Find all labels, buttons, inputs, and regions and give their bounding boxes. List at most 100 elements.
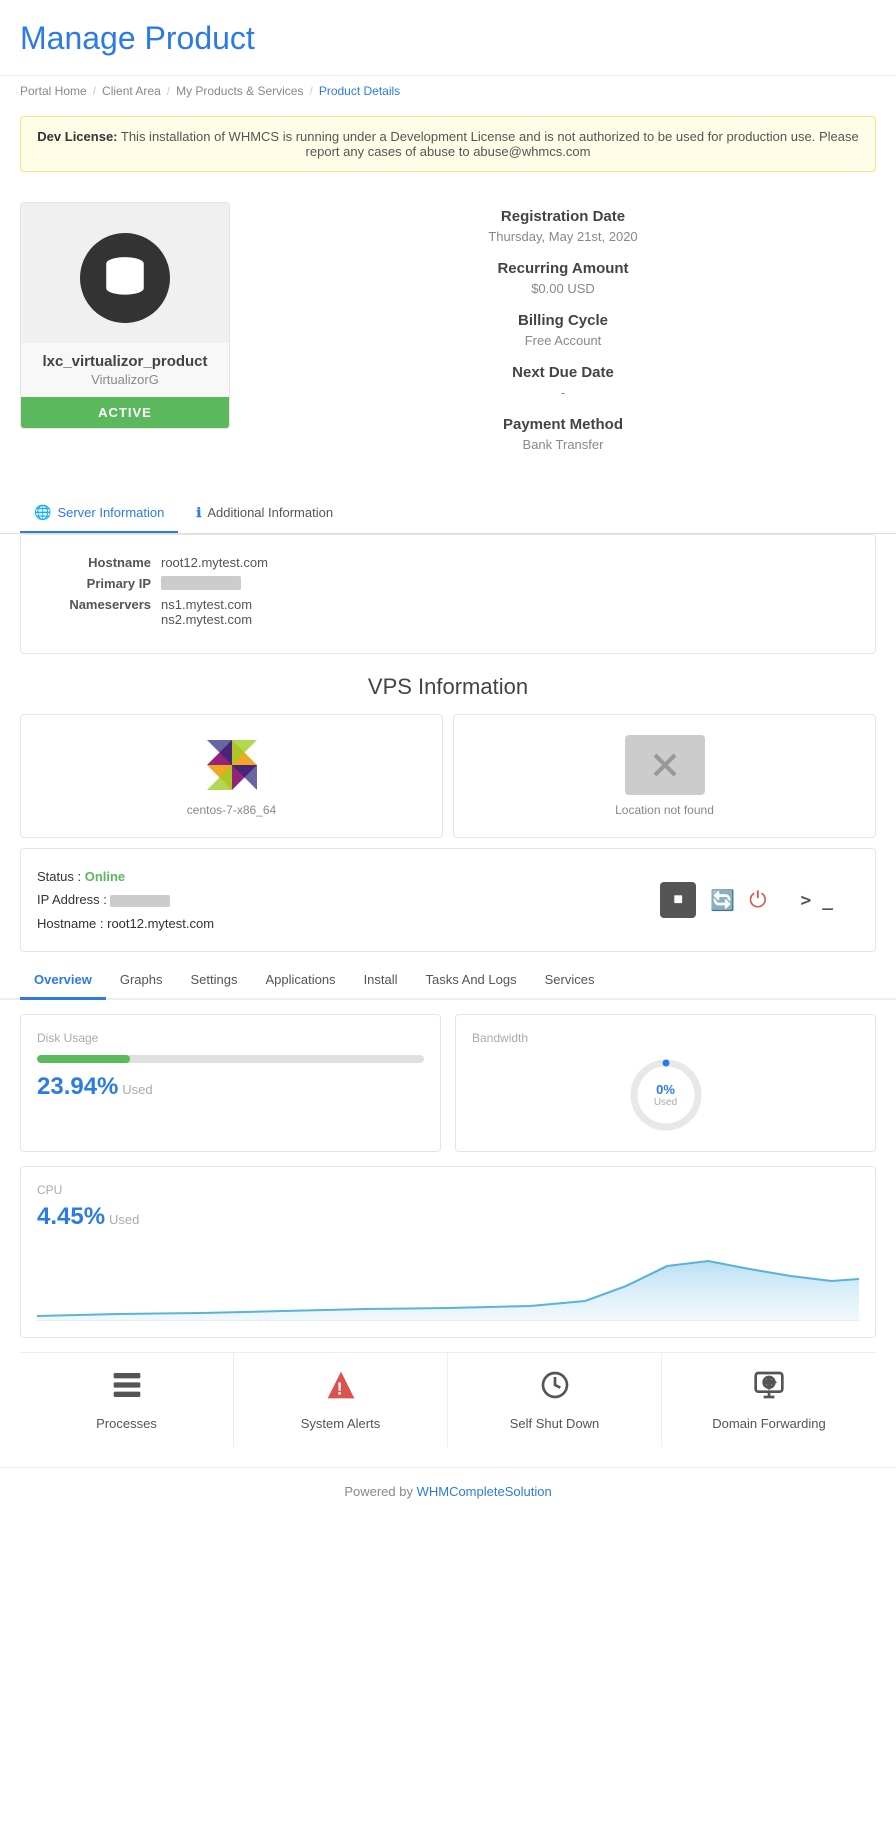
recurring-label: Recurring Amount [252,256,874,279]
recurring-amount: $0.00 USD [252,281,874,306]
breadcrumb-products[interactable]: My Products & Services [176,84,303,98]
footer-link[interactable]: WHMCompleteSolution [417,1484,552,1499]
tab-overview[interactable]: Overview [20,962,106,1000]
tab-tasks-logs[interactable]: Tasks And Logs [412,962,531,1000]
vps-location-card: Location not found [453,714,876,838]
disk-stat: 23.94% Used [37,1073,424,1101]
vps-info-title: VPS Information [0,674,896,700]
tab-additional-info[interactable]: ℹ Additional Information [182,494,347,533]
payment-value: Bank Transfer [252,437,874,462]
stats-grid: Disk Usage 23.94% Used Bandwidth 0% [0,1000,896,1166]
disk-value: 23.94% [37,1073,118,1100]
vps-status-card: Status : Online IP Address : Hostname : … [20,848,876,952]
breadcrumb-portal-home[interactable]: Portal Home [20,84,87,98]
system-alerts-action[interactable]: ! System Alerts [234,1353,448,1447]
status-line: Status : Online [37,865,620,888]
breadcrumb-current: Product Details [319,84,400,98]
dev-notice-bold: Dev License: [37,129,117,144]
dev-notice-text: This installation of WHMCS is running un… [121,129,859,159]
nameservers-row: Nameservers ns1.mytest.com ns2.mytest.co… [41,597,855,627]
location-placeholder [625,735,705,795]
globe-icon: 🌐 [34,504,51,521]
vps-status-info: Status : Online IP Address : Hostname : … [37,865,620,935]
disk-label: Disk Usage [37,1031,424,1045]
centos-icon [202,735,262,795]
processes-icon [111,1369,143,1408]
db-svg [100,253,150,303]
nameservers-label: Nameservers [41,597,151,627]
tab-applications[interactable]: Applications [251,962,349,1000]
self-shutdown-action[interactable]: Self Shut Down [448,1353,662,1447]
product-sub: VirtualizorG [21,372,229,397]
server-info-section: Hostname root12.mytest.com Primary IP Na… [20,534,876,654]
bandwidth-used: Used [654,1097,677,1108]
tab-graphs[interactable]: Graphs [106,962,177,1000]
vps-status-row: Status : Online IP Address : Hostname : … [37,865,859,935]
payment-label: Payment Method [252,412,874,435]
processes-label: Processes [96,1416,157,1431]
vps-grid: centos-7-x86_64 Location not found [20,714,876,838]
hostname-line: Hostname : root12.mytest.com [37,912,620,935]
cpu-value: 4.45% [37,1203,105,1230]
tab-settings[interactable]: Settings [176,962,251,1000]
breadcrumb: Portal Home / Client Area / My Products … [0,76,896,106]
os-label: centos-7-x86_64 [187,803,276,817]
hostname-label: Hostname [41,555,151,570]
info-icon: ℹ [196,505,201,521]
product-info: Registration Date Thursday, May 21st, 20… [250,202,876,464]
bandwidth-label: Bandwidth [472,1031,859,1045]
disk-progress-fill [37,1055,130,1063]
disk-usage-card: Disk Usage 23.94% Used [20,1014,441,1152]
overview-tabs: Overview Graphs Settings Applications In… [0,962,896,1000]
vps-actions: ■ 🔄 ⏻ > _ [640,865,859,935]
database-icon [80,233,170,323]
registration-date: Thursday, May 21st, 2020 [252,229,874,254]
product-status: ACTIVE [21,397,229,428]
product-name: lxc_virtualizor_product [21,343,229,372]
cpu-chart [37,1241,859,1321]
primaryip-row: Primary IP [41,576,855,591]
disk-used: Used [122,1082,152,1097]
location-label: Location not found [615,803,714,817]
self-shutdown-icon [539,1369,571,1408]
bandwidth-pct: 0% [654,1082,677,1097]
domain-forwarding-action[interactable]: Domain Forwarding [662,1353,876,1447]
tab-install[interactable]: Install [350,962,412,1000]
domain-forwarding-icon [753,1369,785,1408]
location-x-icon [645,745,685,785]
bandwidth-circle-chart: 0% Used [626,1055,706,1135]
nameservers-values: ns1.mytest.com ns2.mytest.com [161,597,252,627]
tab-server-info[interactable]: 🌐 Server Information [20,494,178,533]
bandwidth-wrap: 0% Used [472,1055,859,1135]
stop-button[interactable]: ■ [660,882,696,918]
terminal-button[interactable]: > _ [794,884,839,917]
product-section: lxc_virtualizor_product VirtualizorG ACT… [0,182,896,484]
registration-label: Registration Date [252,204,874,227]
breadcrumb-client-area[interactable]: Client Area [102,84,161,98]
ip-blurred [110,895,170,907]
nextdue-label: Next Due Date [252,360,874,383]
processes-action[interactable]: Processes [20,1353,234,1447]
system-alerts-label: System Alerts [301,1416,380,1431]
primaryip-label: Primary IP [41,576,151,591]
system-alerts-icon: ! [325,1369,357,1408]
primaryip-value [161,576,241,590]
disk-progress-bar [37,1055,424,1063]
dev-notice: Dev License: This installation of WHMCS … [20,116,876,172]
cpu-card: CPU 4.45% Used [20,1166,876,1338]
product-info-table: Registration Date Thursday, May 21st, 20… [250,202,876,464]
hostname-value: root12.mytest.com [161,555,268,570]
nextdue-value: - [252,385,874,410]
cpu-chart-svg [37,1241,859,1321]
power-button[interactable]: ⏻ [749,887,766,913]
circle-center: 0% Used [654,1082,677,1108]
bottom-actions: Processes ! System Alerts Self Shut Down [20,1352,876,1447]
restart-button[interactable]: 🔄 [710,888,735,913]
page-title: Manage Product [20,20,876,57]
tab-services[interactable]: Services [531,962,609,1000]
page-footer: Powered by WHMCompleteSolution [0,1467,896,1515]
product-card: lxc_virtualizor_product VirtualizorG ACT… [20,202,230,429]
domain-forwarding-label: Domain Forwarding [712,1416,825,1431]
cpu-stat: 4.45% Used [37,1203,859,1231]
billing-label: Billing Cycle [252,308,874,331]
